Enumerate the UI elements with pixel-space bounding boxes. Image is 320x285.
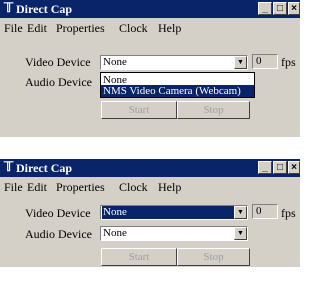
maximize-button[interactable]: □ bbox=[273, 2, 287, 15]
dropdown-option-webcam[interactable]: NMS Video Camera (Webcam) bbox=[101, 85, 254, 97]
direct-cap-window-2: 𝕋 Direct Cap _ □ × File Edit Properties … bbox=[0, 159, 300, 267]
close-button[interactable]: × bbox=[288, 2, 300, 15]
title-bar[interactable]: 𝕋 Direct Cap _ □ × bbox=[0, 159, 300, 177]
menu-clock[interactable]: Clock bbox=[119, 21, 148, 35]
video-device-value: None bbox=[103, 56, 127, 68]
audio-device-select[interactable]: None ▼ bbox=[100, 226, 248, 241]
menu-edit[interactable]: Edit bbox=[27, 21, 47, 35]
audio-device-value: None bbox=[103, 227, 127, 239]
chevron-down-icon[interactable]: ▼ bbox=[234, 206, 247, 219]
menu-bar: File Edit Properties Clock Help bbox=[0, 179, 300, 195]
video-device-label: Video Device bbox=[25, 206, 91, 220]
fps-unit-label: fps bbox=[281, 55, 296, 69]
minimize-button[interactable]: _ bbox=[258, 2, 272, 15]
audio-device-label: Audio Device bbox=[25, 227, 92, 241]
start-button[interactable]: Start bbox=[101, 248, 177, 266]
menu-edit[interactable]: Edit bbox=[27, 180, 47, 194]
menu-file[interactable]: File bbox=[4, 21, 23, 35]
audio-device-label: Audio Device bbox=[25, 75, 92, 89]
menu-bar: File Edit Properties Clock Help bbox=[0, 20, 300, 36]
app-icon: 𝕋 bbox=[4, 0, 14, 15]
stop-button[interactable]: Stop bbox=[177, 248, 250, 266]
fps-unit-label: fps bbox=[281, 206, 296, 220]
menu-help[interactable]: Help bbox=[158, 21, 181, 35]
title-bar[interactable]: 𝕋 Direct Cap _ □ × bbox=[0, 0, 300, 18]
chevron-down-icon[interactable]: ▼ bbox=[234, 56, 247, 69]
close-button[interactable]: × bbox=[288, 161, 300, 174]
video-device-select[interactable]: None ▼ bbox=[100, 55, 248, 70]
fps-field: 0 bbox=[252, 204, 278, 219]
menu-clock[interactable]: Clock bbox=[119, 180, 148, 194]
menu-help[interactable]: Help bbox=[158, 180, 181, 194]
start-button[interactable]: Start bbox=[101, 101, 177, 119]
window-title: Direct Cap bbox=[16, 2, 73, 16]
video-device-value: None bbox=[102, 206, 244, 219]
menu-properties[interactable]: Properties bbox=[56, 180, 105, 194]
fps-value: 0 bbox=[256, 205, 262, 217]
app-icon: 𝕋 bbox=[4, 159, 14, 174]
menu-properties[interactable]: Properties bbox=[56, 21, 105, 35]
fps-value: 0 bbox=[256, 55, 262, 67]
video-device-label: Video Device bbox=[25, 55, 91, 69]
fps-field: 0 bbox=[252, 54, 278, 69]
menu-file[interactable]: File bbox=[4, 180, 23, 194]
video-device-dropdown-list: None NMS Video Camera (Webcam) bbox=[100, 72, 255, 98]
direct-cap-window-1: 𝕋 Direct Cap _ □ × File Edit Properties … bbox=[0, 0, 300, 137]
maximize-button[interactable]: □ bbox=[273, 161, 287, 174]
stop-button[interactable]: Stop bbox=[177, 101, 250, 119]
window-title: Direct Cap bbox=[16, 161, 73, 175]
chevron-down-icon[interactable]: ▼ bbox=[234, 227, 247, 240]
video-device-select[interactable]: None ▼ bbox=[100, 205, 248, 220]
minimize-button[interactable]: _ bbox=[258, 161, 272, 174]
